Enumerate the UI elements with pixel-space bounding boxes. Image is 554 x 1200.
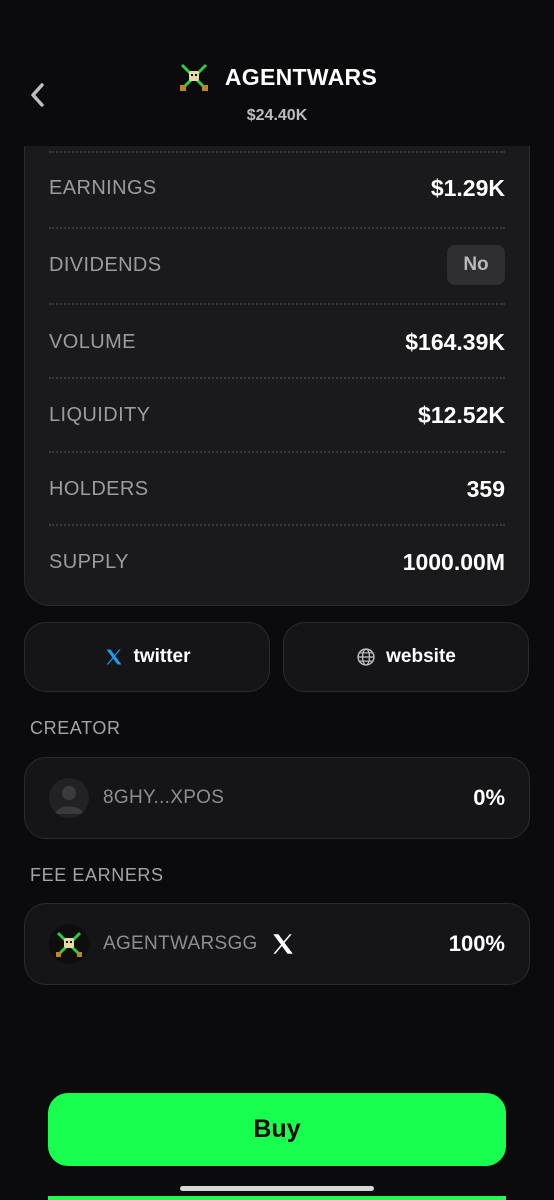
creator-card[interactable]: 8GHY...XPOS 0% (24, 757, 530, 839)
twitter-link-button[interactable]: twitter (24, 622, 270, 692)
stat-row-dividends: DIVIDENDS No (49, 228, 505, 302)
stat-row-holders: HOLDERS 359 (49, 452, 505, 526)
creator-percent: 0% (473, 785, 505, 810)
token-name: AGENTWARS (224, 63, 378, 90)
next-button-peek (48, 1196, 506, 1200)
fee-earner-percent: 100% (448, 931, 505, 956)
stat-row-volume: VOLUME $164.39K (49, 305, 505, 379)
creator-address: 8GHY...XPOS (103, 787, 225, 808)
token-title-row: AGENTWARS (0, 60, 554, 94)
stat-value: $164.39K (405, 328, 505, 355)
header: AGENTWARS $24.40K (0, 0, 554, 146)
token-logo (177, 60, 211, 94)
creator-section-title: CREATOR (30, 718, 121, 738)
stat-label: HOLDERS (49, 477, 149, 500)
stat-row-liquidity: LIQUIDITY $12.52K (49, 378, 505, 452)
fee-earner-card[interactable]: AGENTWARSGG 100% (24, 903, 530, 985)
fee-earner-name: AGENTWARSGG (103, 933, 258, 954)
dividends-badge: No (447, 245, 505, 285)
globe-icon (357, 648, 375, 666)
x-logo-icon (272, 934, 293, 954)
stat-label: VOLUME (49, 330, 136, 353)
x-profile-link[interactable] (270, 931, 296, 957)
avatar (49, 778, 89, 818)
crossed-swords-skull-icon (179, 63, 208, 91)
stat-value: 359 (466, 475, 505, 502)
x-logo-icon (106, 649, 121, 665)
token-price: $24.40K (246, 107, 308, 124)
stat-label: LIQUIDITY (49, 403, 151, 426)
twitter-link-label: twitter (133, 646, 191, 667)
avatar (49, 924, 89, 964)
stats-card: EARNINGS $1.29K DIVIDENDS No VOLUME $164… (24, 120, 530, 606)
home-indicator (180, 1186, 374, 1191)
stat-value: 1000.00M (402, 548, 505, 575)
website-link-label: website (386, 646, 456, 667)
stat-label: EARNINGS (49, 176, 157, 199)
stat-value: $1.29K (430, 174, 505, 201)
stat-row-supply: SUPPLY 1000.00M (49, 525, 505, 599)
crossed-swords-skull-icon (56, 931, 82, 957)
buy-button-label: Buy (253, 1115, 301, 1143)
buy-button[interactable]: Buy (48, 1093, 506, 1166)
stat-label: SUPPLY (49, 550, 129, 573)
stat-row-earnings: EARNINGS $1.29K (49, 151, 505, 225)
user-silhouette-icon (55, 786, 83, 814)
stat-value: $12.52K (418, 401, 505, 428)
fee-earners-section-title: FEE EARNERS (30, 865, 164, 885)
website-link-button[interactable]: website (283, 622, 529, 692)
stat-label: DIVIDENDS (49, 253, 162, 276)
